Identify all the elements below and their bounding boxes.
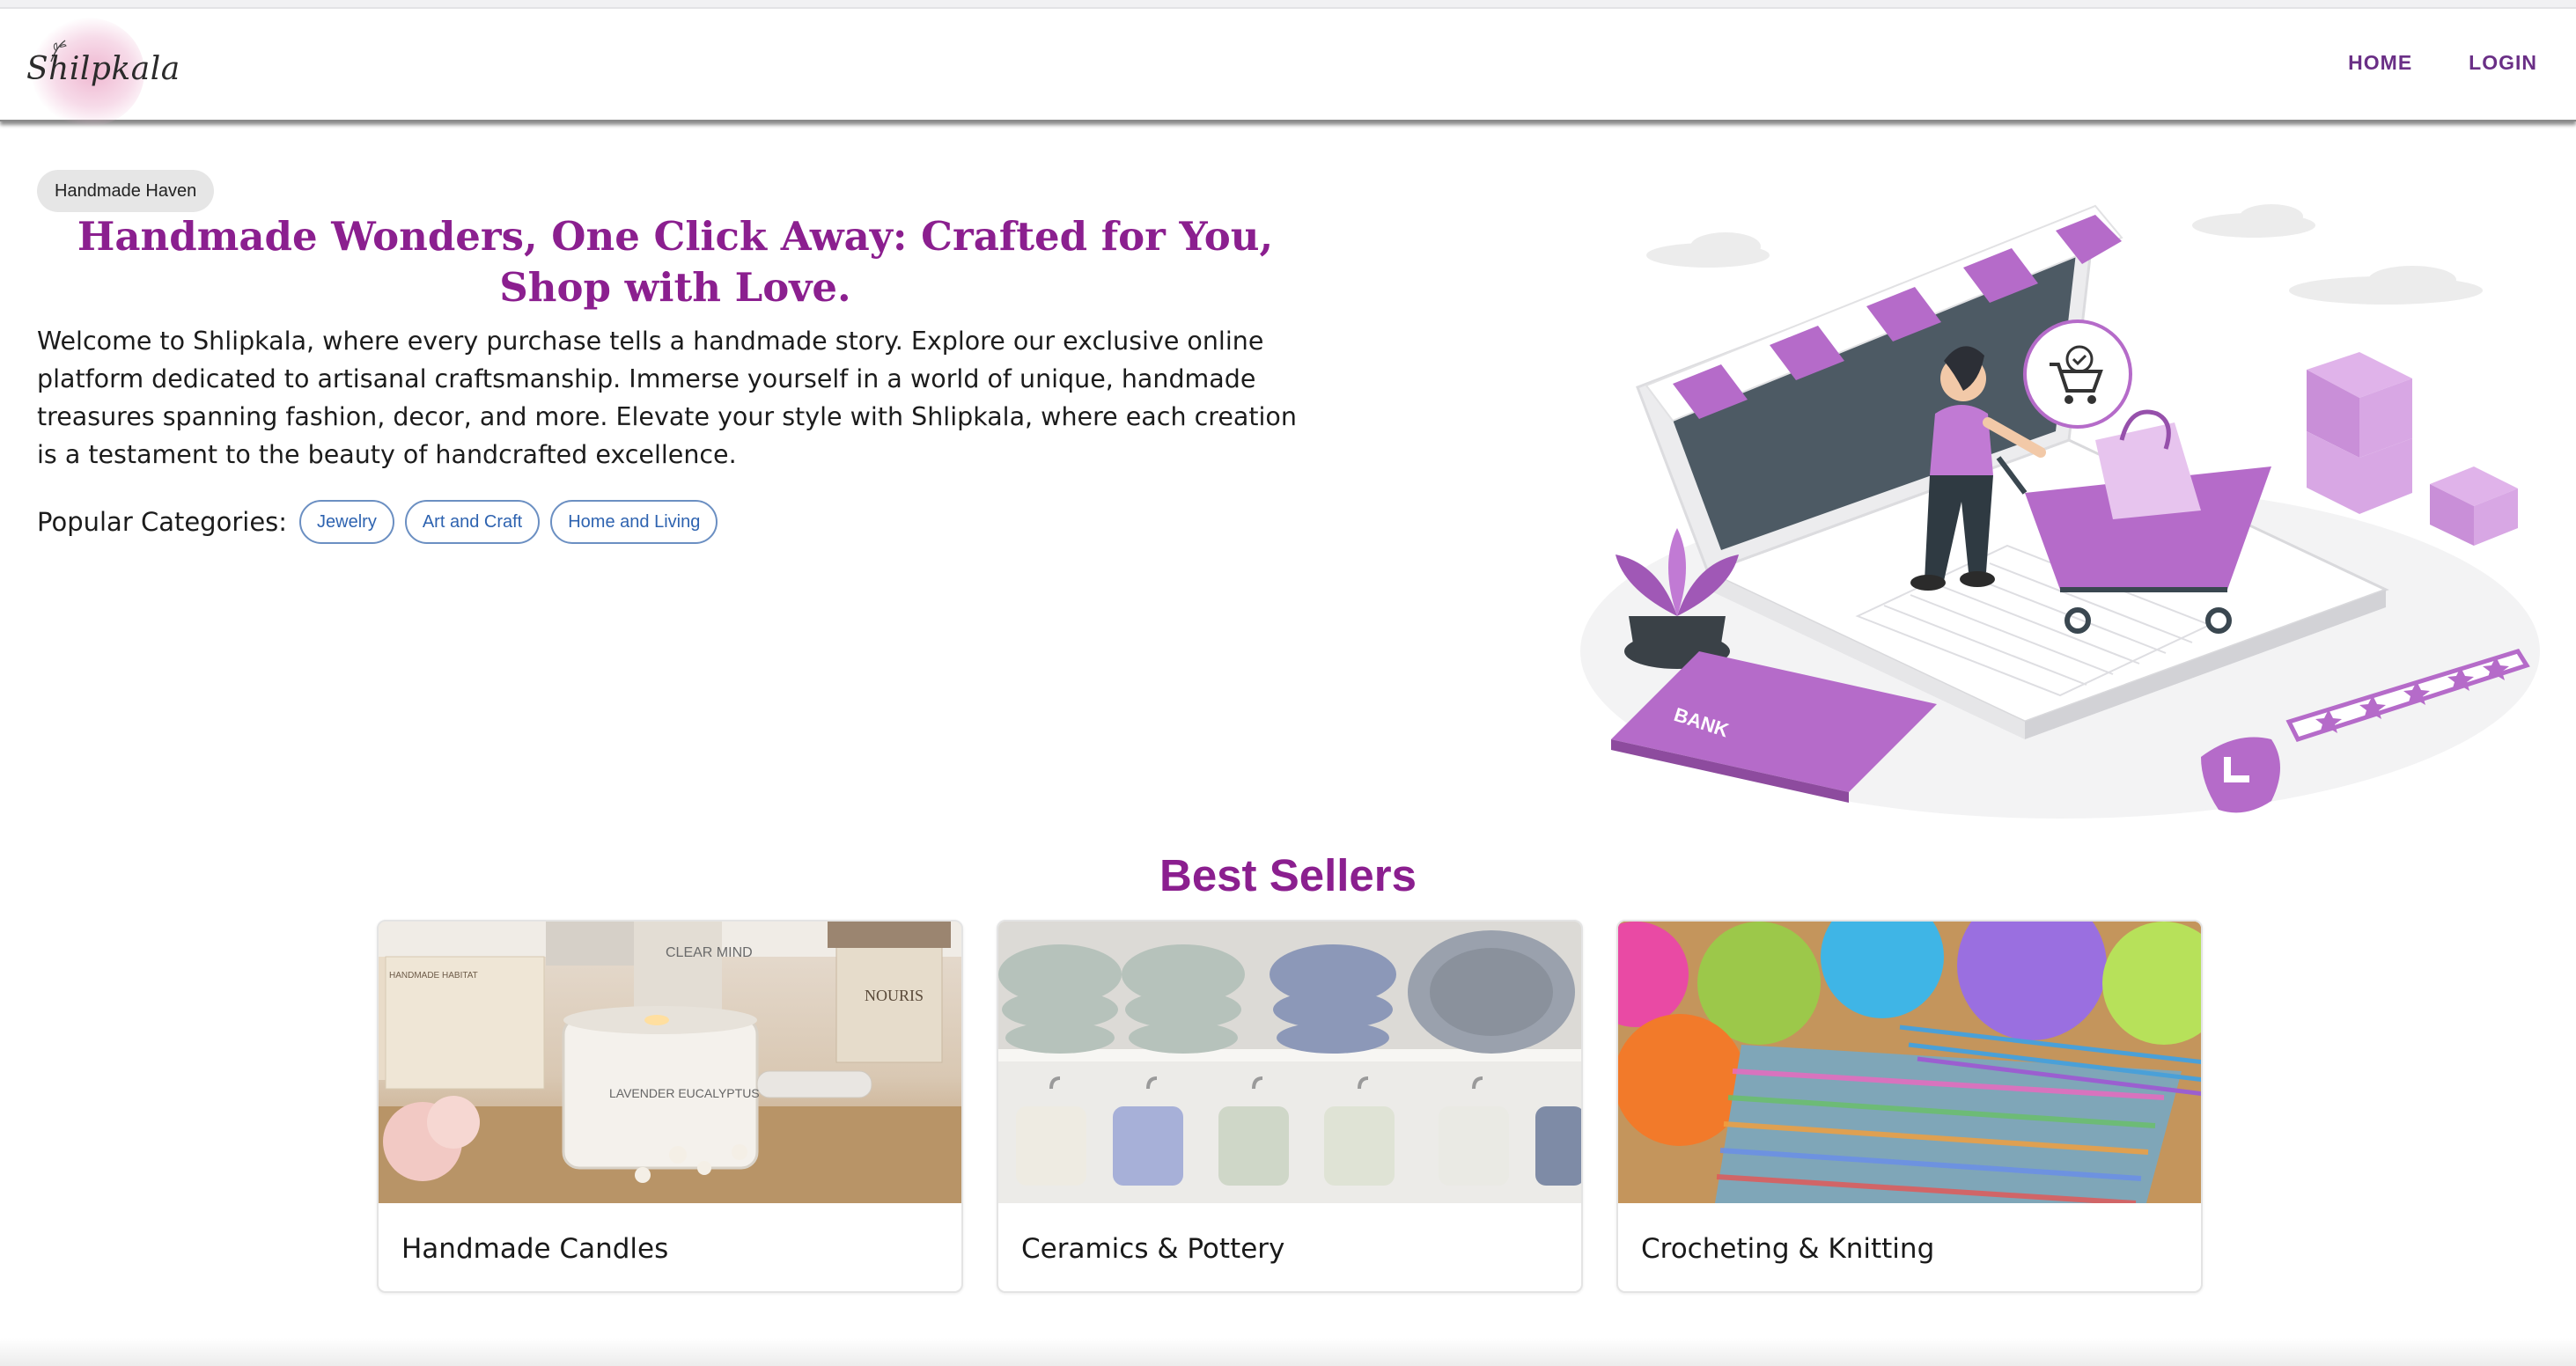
top-navbar: Shilpkala HOME LOGIN: [0, 9, 2576, 127]
cart-check-icon: [2023, 319, 2132, 429]
online-shopping-illustration: BANK: [1580, 204, 2540, 819]
card-caption: Handmade Candles: [401, 1233, 669, 1265]
card-caption: Crocheting & Knitting: [1641, 1233, 1935, 1265]
best-sellers-title: Best Sellers: [1159, 850, 1417, 900]
candles-image: CLEAR MIND HANDMADE HABITAT NOURIS LAVEN…: [379, 922, 961, 1203]
ceramics-photo: [998, 922, 1581, 1203]
card-caption: Ceramics & Pottery: [1021, 1233, 1285, 1265]
brand-name: Shilpkala: [26, 51, 180, 87]
nav-home-link[interactable]: HOME: [2348, 51, 2412, 75]
crochet-image: [1618, 922, 2201, 1203]
browser-top-strip: [0, 0, 2576, 9]
product-card-crochet[interactable]: Crocheting & Knitting: [1616, 920, 2203, 1293]
popular-categories: Popular Categories: Jewelry Art and Craf…: [37, 500, 718, 544]
candle-label-nouris: NOURIS: [865, 987, 924, 1004]
nav-login-link[interactable]: LOGIN: [2469, 51, 2537, 75]
popular-categories-label: Popular Categories:: [37, 507, 288, 537]
hero-headline: Handmade Wonders, One Click Away: Crafte…: [77, 213, 1274, 311]
hero-badge: Handmade Haven: [37, 170, 215, 212]
crochet-photo: [1618, 922, 2201, 1203]
candle-label-lavender: LAVENDER EUCALYPTUS: [609, 1086, 760, 1100]
candles-photo: CLEAR MIND HANDMADE HABITAT NOURIS LAVEN…: [379, 922, 961, 1203]
category-pill-jewelry[interactable]: Jewelry: [299, 500, 394, 544]
category-pill-art-and-craft[interactable]: Art and Craft: [404, 500, 541, 544]
ceramics-image: [998, 922, 1581, 1203]
product-card-ceramics[interactable]: Ceramics & Pottery: [997, 920, 1583, 1293]
page-bottom-fade: [0, 1338, 2576, 1366]
main-nav: HOME LOGIN: [2348, 51, 2537, 75]
brand-logo[interactable]: Shilpkala: [19, 12, 180, 127]
hero-intro-text: Welcome to Shlipkala, where every purcha…: [37, 327, 1297, 469]
category-pill-home-and-living[interactable]: Home and Living: [550, 500, 718, 544]
best-sellers-cards: CLEAR MIND HANDMADE HABITAT NOURIS LAVEN…: [377, 920, 2203, 1293]
candle-label-clear-mind: CLEAR MIND: [666, 945, 753, 960]
candle-label-habitat: HANDMADE HABITAT: [389, 971, 478, 980]
product-card-candles[interactable]: CLEAR MIND HANDMADE HABITAT NOURIS LAVEN…: [377, 920, 963, 1293]
